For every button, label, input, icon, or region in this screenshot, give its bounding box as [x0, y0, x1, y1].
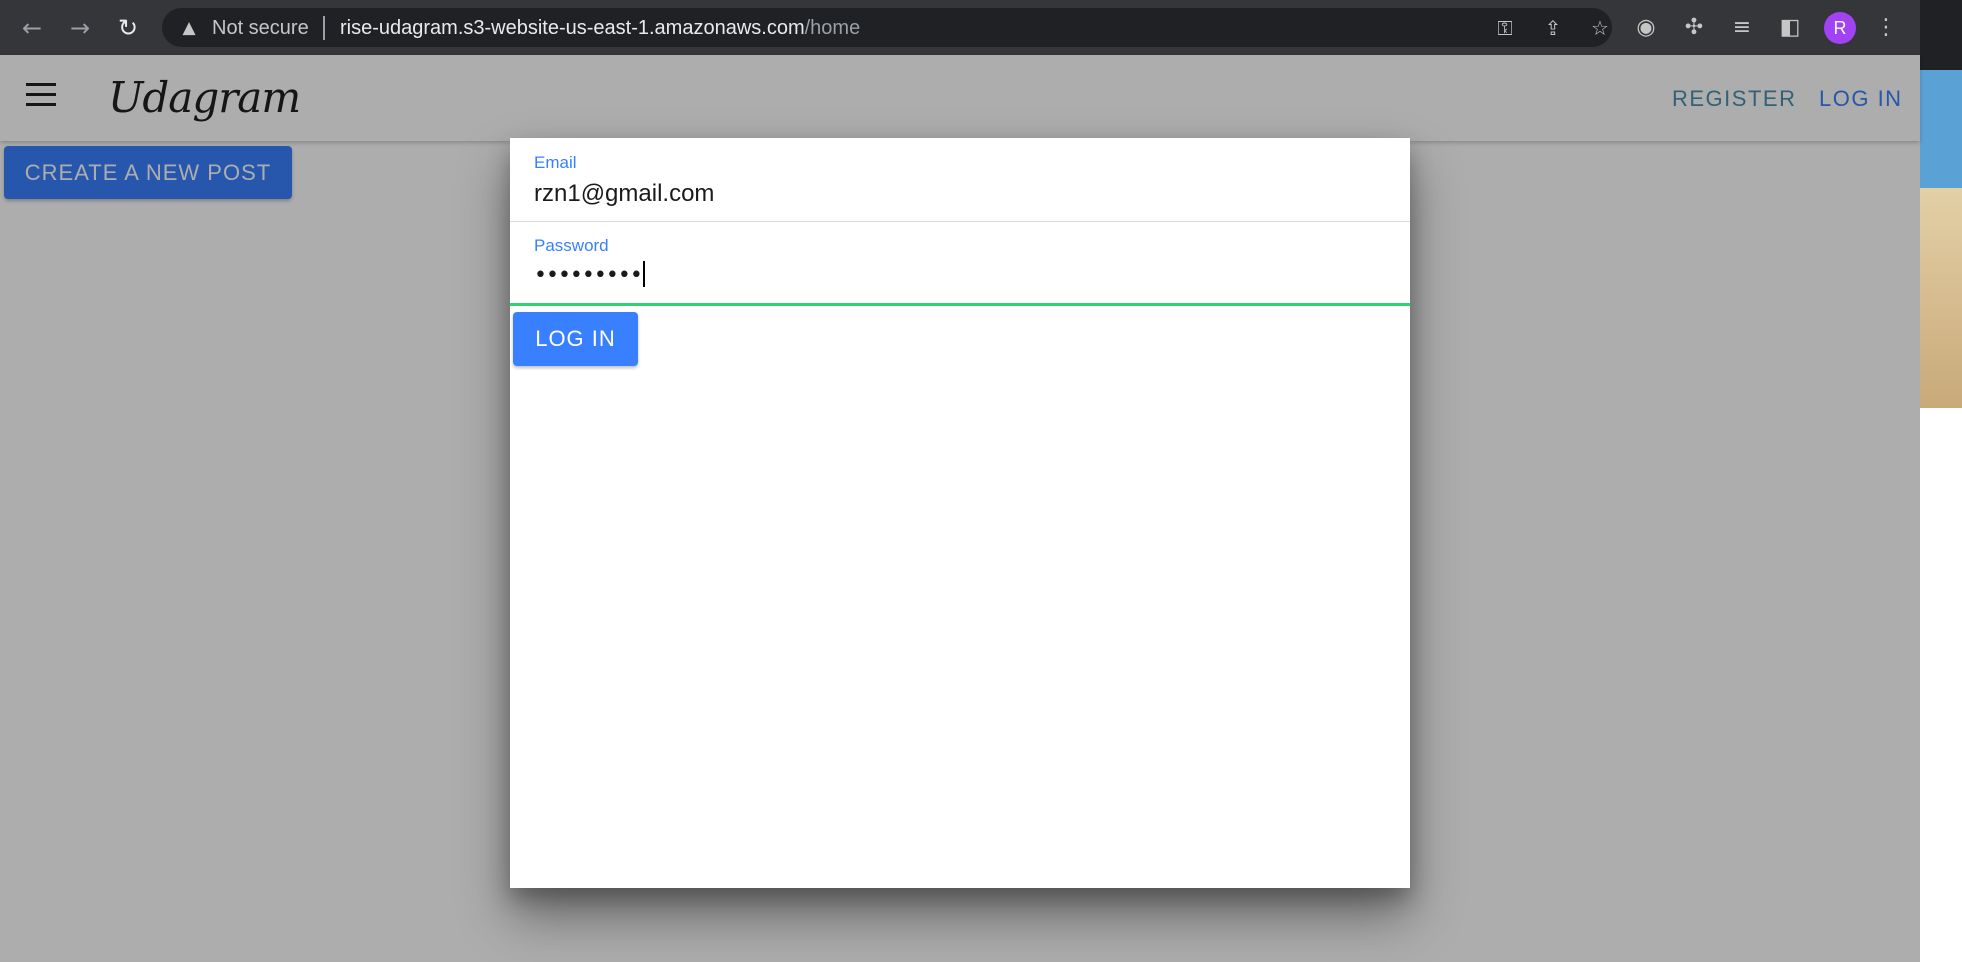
url-host: rise-udagram.s3-website-us-east-1.amazon…	[340, 17, 805, 39]
browser-toolbar: ← → ↻ ▲ Not secure rise-udagram.s3-websi…	[0, 0, 1920, 55]
password-label: Password	[534, 236, 609, 255]
warning-icon[interactable]: ▲	[178, 17, 200, 39]
side-panel-icon[interactable]: ◧	[1774, 12, 1806, 44]
address-divider	[323, 16, 325, 40]
login-modal: Email rzn1@gmail.com Password ••••••••• …	[510, 138, 1410, 888]
media-queue-icon[interactable]: ≡	[1726, 12, 1758, 44]
url-text[interactable]: rise-udagram.s3-website-us-east-1.amazon…	[340, 17, 860, 39]
forward-button[interactable]: →	[64, 12, 96, 44]
extensions-puzzle-icon[interactable]: ✣	[1678, 12, 1710, 44]
login-submit-button[interactable]: LOG IN	[513, 312, 638, 366]
security-label[interactable]: Not secure	[212, 17, 309, 39]
profile-avatar[interactable]: R	[1824, 12, 1856, 44]
adjacent-window-sand	[1920, 188, 1962, 408]
star-icon[interactable]: ☆	[1585, 13, 1615, 43]
reload-button[interactable]: ↻	[112, 12, 144, 44]
email-field[interactable]: Email rzn1@gmail.com	[510, 138, 1410, 222]
text-caret	[642, 261, 645, 287]
password-field[interactable]: Password •••••••••	[510, 221, 1410, 306]
key-icon[interactable]: ⚿	[1490, 13, 1520, 43]
address-bar[interactable]: ▲ Not secure rise-udagram.s3-website-us-…	[162, 8, 1612, 47]
adjacent-window	[1920, 0, 1962, 962]
extension-glasses-icon[interactable]: ◉	[1630, 12, 1662, 44]
url-path: /home	[804, 17, 861, 39]
back-button[interactable]: ←	[16, 12, 48, 44]
kebab-menu-icon[interactable]: ⋮	[1870, 12, 1902, 44]
adjacent-window-titlebar	[1920, 0, 1962, 70]
email-input[interactable]: rzn1@gmail.com	[534, 180, 714, 208]
email-label: Email	[534, 153, 577, 172]
password-mask: •••••••••	[534, 263, 643, 288]
password-input[interactable]: •••••••••	[534, 261, 645, 288]
share-icon[interactable]: ⇪	[1538, 13, 1568, 43]
adjacent-window-sky	[1920, 70, 1962, 188]
